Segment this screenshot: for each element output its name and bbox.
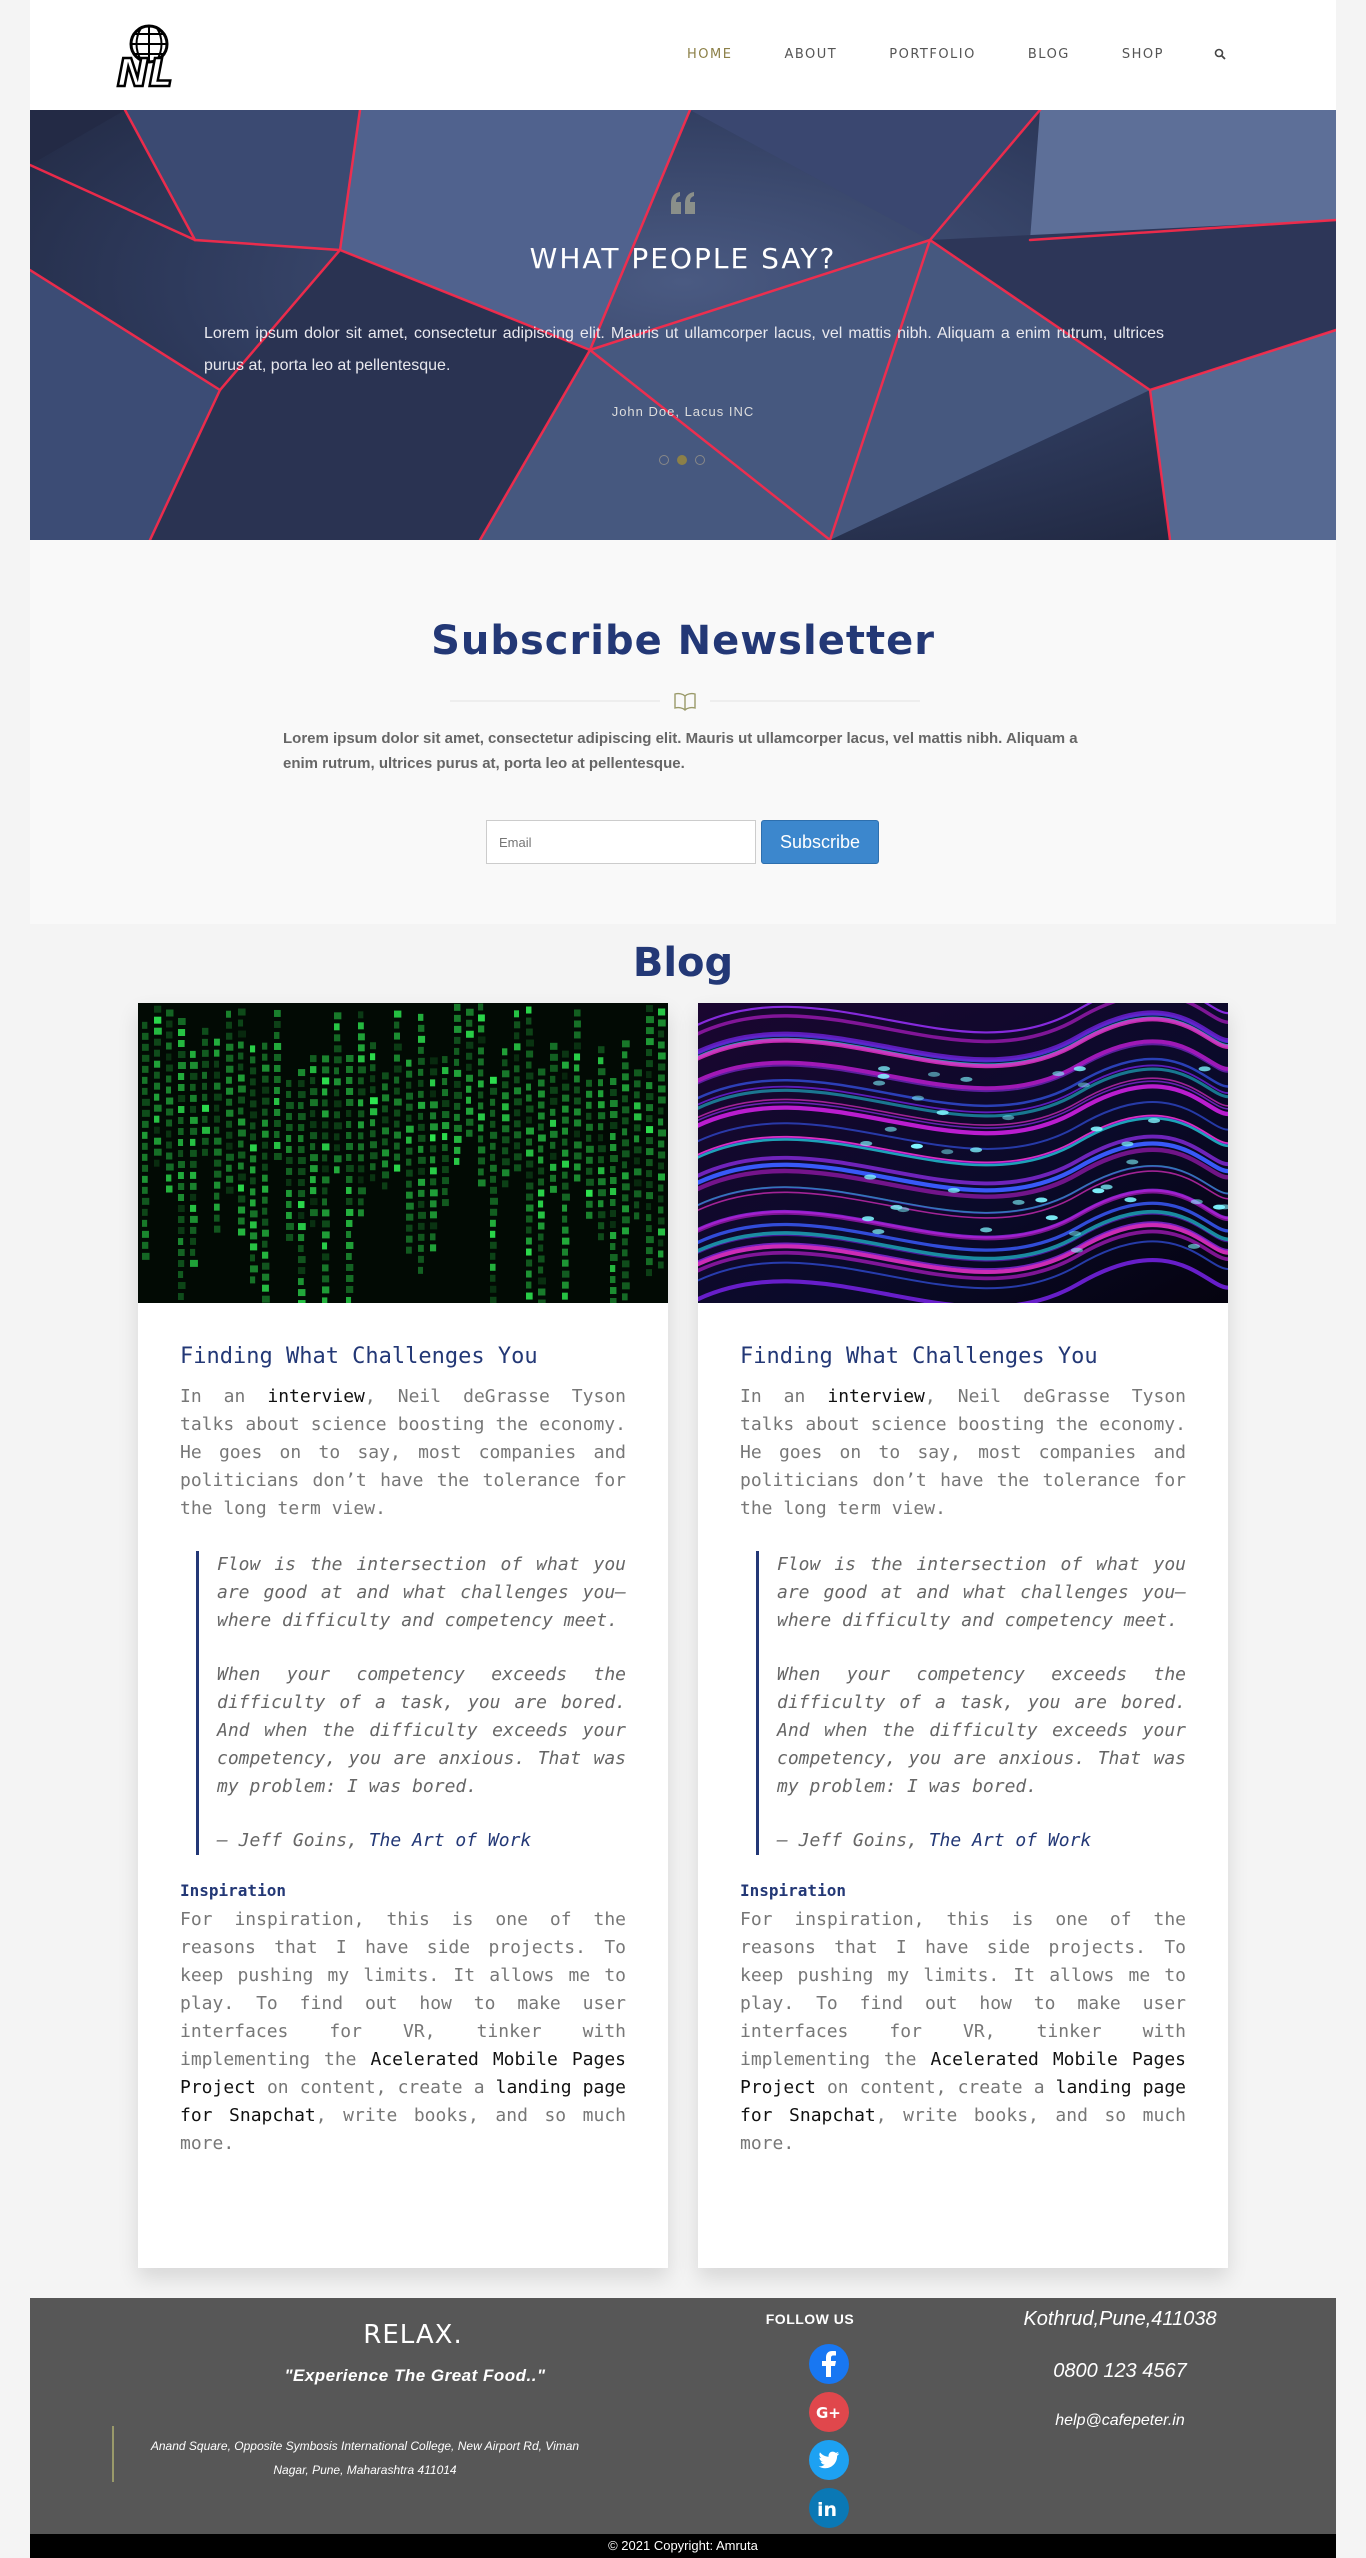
newsletter-section: Subscribe Newsletter Lorem ipsum dolor s… bbox=[30, 540, 1336, 924]
quote-paragraph: Flow is the intersection of what you are… bbox=[217, 1554, 626, 1631]
blog-post-body: Finding What Challenges You In an interv… bbox=[740, 1343, 1186, 2158]
svg-text:in: in bbox=[817, 2499, 837, 2521]
slider-dots bbox=[655, 455, 709, 465]
facebook-icon[interactable] bbox=[808, 2343, 850, 2385]
blog-image-lights[interactable] bbox=[698, 1003, 1228, 1303]
post-text: on content, create a bbox=[815, 2077, 1056, 2098]
footer-tagline: "Experience The Great Food.." bbox=[284, 2366, 546, 2385]
post-paragraph: For inspiration, this is one of the reas… bbox=[740, 1906, 1186, 2158]
footer-email[interactable]: help@cafepeter.in bbox=[990, 2412, 1250, 2430]
logo[interactable]: NL bbox=[115, 22, 189, 90]
site-header: NL HOME ABOUT PORTFOLIO BLOG SHOP bbox=[30, 0, 1336, 110]
post-intro: In an interview, Neil deGrasse Tyson tal… bbox=[740, 1383, 1186, 1523]
post-title[interactable]: Finding What Challenges You bbox=[740, 1343, 1186, 1371]
blog-card: Finding What Challenges You In an interv… bbox=[138, 1003, 668, 2268]
post-paragraph: For inspiration, this is one of the reas… bbox=[180, 1906, 626, 2158]
post-intro-text: In an bbox=[180, 1386, 268, 1407]
quote-citation: — Jeff Goins, The Art of Work bbox=[217, 1827, 626, 1855]
cite-book-link[interactable]: The Art of Work bbox=[929, 1830, 1092, 1851]
blog-title: Blog bbox=[632, 940, 734, 986]
blockquote: Flow is the intersection of what you are… bbox=[756, 1551, 1186, 1855]
footer-phone[interactable]: 0800 123 4567 bbox=[990, 2360, 1250, 2383]
post-subheading: Inspiration bbox=[740, 1881, 846, 1900]
slider-dot-3[interactable] bbox=[695, 455, 705, 465]
post-subheading: Inspiration bbox=[180, 1881, 286, 1900]
testimonial-text: Lorem ipsum dolor sit amet, consectetur … bbox=[204, 325, 1164, 374]
footer-heading: RELAX. bbox=[363, 2320, 463, 2350]
quote-citation: — Jeff Goins, The Art of Work bbox=[777, 1827, 1186, 1855]
quote-icon bbox=[671, 192, 695, 214]
footer-divider bbox=[112, 2426, 114, 2482]
quote-paragraph: Flow is the intersection of what you are… bbox=[777, 1554, 1186, 1631]
follow-us-label: FOLLOW US bbox=[765, 2311, 855, 2327]
post-title[interactable]: Finding What Challenges You bbox=[180, 1343, 626, 1371]
newsletter-text: Lorem ipsum dolor sit amet, consectetur … bbox=[283, 730, 1078, 772]
footer-location: Kothrud,Pune,411038 bbox=[1023, 2308, 1217, 2330]
testimonial-slider: WHAT PEOPLE SAY? Lorem ipsum dolor sit a… bbox=[30, 110, 1336, 540]
post-intro: In an interview, Neil deGrasse Tyson tal… bbox=[180, 1383, 626, 1523]
slider-dot-2[interactable] bbox=[677, 455, 687, 465]
testimonial: WHAT PEOPLE SAY? Lorem ipsum dolor sit a… bbox=[30, 110, 1336, 540]
quote-paragraph: When your competency exceeds the difficu… bbox=[217, 1664, 626, 1797]
testimonial-author: John Doe, Lacus INC bbox=[611, 404, 755, 419]
matrix-code-image bbox=[138, 1003, 668, 1303]
book-divider-icon bbox=[450, 692, 920, 711]
google-plus-icon[interactable]: G+ bbox=[808, 2391, 850, 2433]
slider-dot-1[interactable] bbox=[659, 455, 669, 465]
blog-image-matrix[interactable] bbox=[138, 1003, 668, 1303]
svg-text:NL: NL bbox=[117, 51, 173, 90]
nav-home[interactable]: HOME bbox=[687, 47, 732, 62]
post-text: For inspiration, this is one of the reas… bbox=[180, 1909, 626, 2070]
svg-text:G+: G+ bbox=[816, 2404, 841, 2422]
testimonial-title: WHAT PEOPLE SAY? bbox=[529, 242, 837, 275]
site-footer: RELAX. "Experience The Great Food.." Ana… bbox=[30, 2298, 1336, 2534]
blockquote: Flow is the intersection of what you are… bbox=[196, 1551, 626, 1855]
cite-author: — Jeff Goins, bbox=[777, 1830, 929, 1851]
copyright-bar: © 2021 Copyright: Amruta bbox=[30, 2534, 1336, 2558]
post-intro-text: In an bbox=[740, 1386, 828, 1407]
linkedin-icon[interactable]: in bbox=[808, 2487, 850, 2529]
twitter-icon[interactable] bbox=[808, 2439, 850, 2481]
search-icon[interactable] bbox=[1214, 48, 1226, 60]
cite-author: — Jeff Goins, bbox=[217, 1830, 369, 1851]
subscribe-button[interactable]: Subscribe bbox=[761, 820, 879, 864]
light-trails-image bbox=[698, 1003, 1228, 1303]
nav-portfolio[interactable]: PORTFOLIO bbox=[889, 47, 976, 62]
quote-paragraph: When your competency exceeds the difficu… bbox=[777, 1664, 1186, 1797]
main-nav: HOME ABOUT PORTFOLIO BLOG SHOP bbox=[635, 47, 1226, 62]
footer-address: Anand Square, Opposite Symbosis Internat… bbox=[150, 2439, 580, 2477]
email-field[interactable] bbox=[486, 820, 756, 864]
interview-link[interactable]: interview bbox=[267, 1386, 365, 1407]
nav-shop[interactable]: SHOP bbox=[1122, 47, 1164, 62]
nav-about[interactable]: ABOUT bbox=[784, 47, 837, 62]
blog-post-body: Finding What Challenges You In an interv… bbox=[180, 1343, 626, 2158]
newsletter-title: Subscribe Newsletter bbox=[431, 618, 935, 664]
post-text: For inspiration, this is one of the reas… bbox=[740, 1909, 1186, 2070]
blog-card: Finding What Challenges You In an interv… bbox=[698, 1003, 1228, 2268]
post-text: on content, create a bbox=[255, 2077, 496, 2098]
interview-link[interactable]: interview bbox=[827, 1386, 925, 1407]
cite-book-link[interactable]: The Art of Work bbox=[369, 1830, 532, 1851]
nav-blog[interactable]: BLOG bbox=[1028, 47, 1070, 62]
